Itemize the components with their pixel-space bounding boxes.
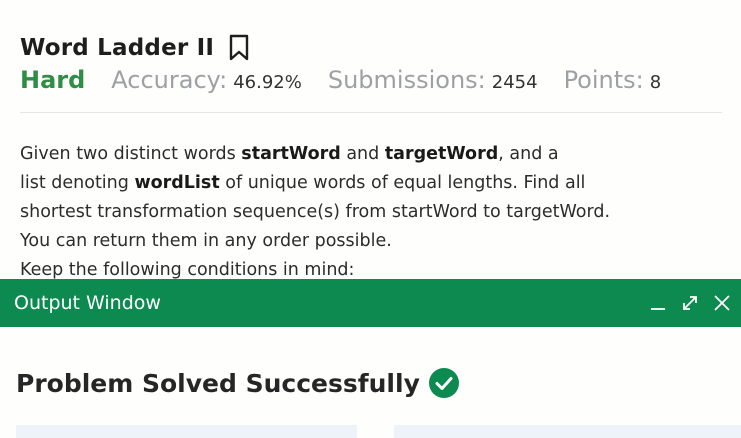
close-icon	[714, 295, 730, 311]
expand-icon	[683, 296, 697, 310]
output-window-body: Problem Solved Successfully	[0, 327, 741, 438]
submissions-stat: Submissions: 2454	[328, 66, 538, 94]
submissions-label: Submissions:	[327, 66, 486, 94]
success-message: Problem Solved Successfully	[16, 367, 460, 399]
accuracy-stat: Accuracy: 46.92%	[111, 66, 302, 94]
problem-title: Word Ladder II	[20, 35, 215, 61]
points-label: Points:	[563, 66, 644, 94]
problem-description: Given two distinct words startWord and t…	[20, 140, 725, 285]
description-line: You can return them in any order possibl…	[20, 231, 392, 251]
close-button[interactable]	[711, 292, 733, 314]
accuracy-value: 46.92%	[233, 72, 302, 93]
submissions-value: 2454	[491, 72, 538, 93]
text-span: and	[340, 144, 385, 164]
word-list-term: wordList	[134, 173, 220, 193]
window-controls	[637, 292, 733, 314]
output-window-header: Output Window	[0, 279, 741, 327]
minimize-icon	[651, 308, 665, 310]
accuracy-label: Accuracy:	[111, 66, 228, 94]
success-text: Problem Solved Successfully	[16, 368, 420, 398]
text-span: , and a	[498, 144, 559, 164]
stats-row: Hard Accuracy: 46.92% Submissions: 2454 …	[20, 66, 720, 104]
expand-button[interactable]	[679, 292, 701, 314]
output-window-title: Output Window	[14, 292, 161, 314]
problem-header: Word Ladder II Hard Accuracy: 46.92% Sub…	[20, 30, 720, 104]
points-stat: Points: 8	[564, 66, 662, 94]
difficulty-badge: Hard	[20, 66, 86, 94]
text-span: of unique words of equal lengths. Find a…	[219, 173, 586, 193]
description-line: list denoting wordList of unique words o…	[20, 169, 725, 198]
description-line: Given two distinct words startWord and t…	[20, 140, 725, 169]
check-circle-icon	[428, 368, 459, 398]
points-value: 8	[649, 72, 662, 93]
bookmark-icon[interactable]	[228, 34, 250, 62]
minimize-button[interactable]	[647, 292, 669, 314]
header-divider	[20, 112, 722, 113]
description-line: shortest transformation sequence(s) from…	[20, 202, 611, 222]
result-panel-left	[16, 425, 357, 438]
page: Word Ladder II Hard Accuracy: 46.92% Sub…	[0, 0, 741, 438]
result-panel-right	[394, 425, 741, 438]
start-word-term: startWord	[241, 144, 341, 164]
target-word-term: targetWord	[384, 144, 499, 164]
text-span: Given two distinct words	[20, 144, 242, 164]
title-row: Word Ladder II	[20, 30, 720, 66]
text-span: list denoting	[20, 173, 135, 193]
